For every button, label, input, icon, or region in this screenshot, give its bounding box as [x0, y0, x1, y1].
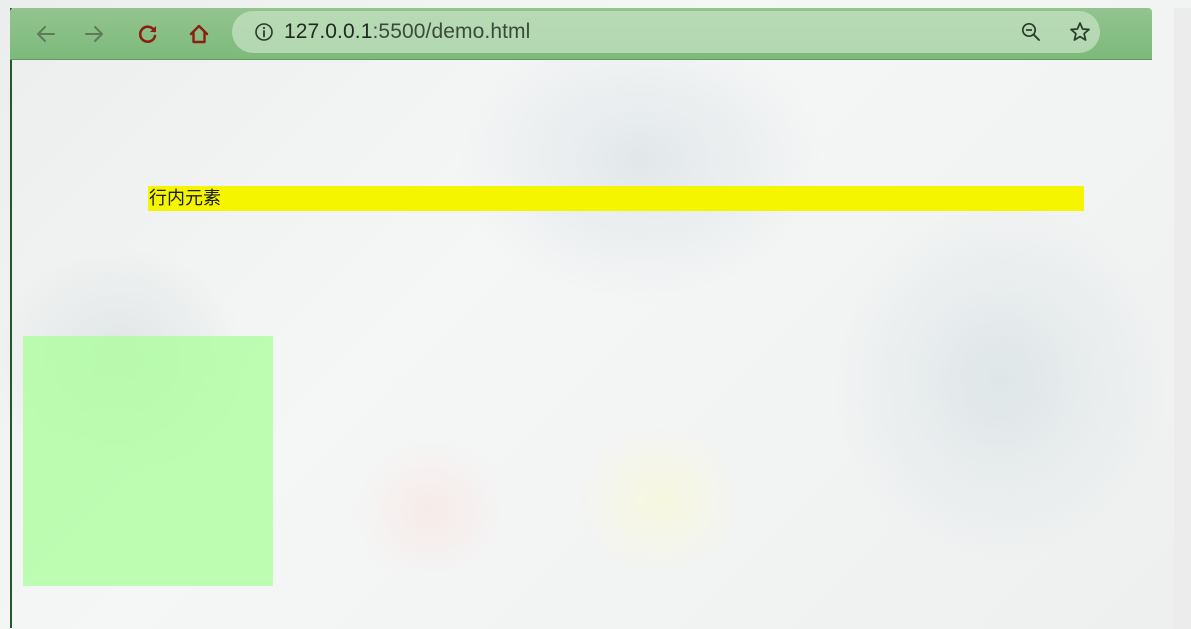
back-button[interactable] — [32, 20, 60, 48]
browser-toolbar: 127.0.0.1:5500/demo.html — [10, 8, 1152, 60]
url-text[interactable]: 127.0.0.1:5500/demo.html — [284, 20, 530, 44]
address-bar[interactable]: 127.0.0.1:5500/demo.html — [232, 11, 1100, 53]
home-button[interactable] — [185, 20, 213, 48]
url-path: :5500/demo.html — [372, 20, 531, 43]
vertical-scrollbar[interactable] — [1174, 8, 1191, 629]
zoom-out-icon[interactable] — [1020, 21, 1042, 43]
url-host: 127.0.0.1 — [284, 20, 373, 43]
reload-icon — [138, 25, 157, 43]
arrow-left-icon — [37, 26, 55, 42]
star-icon[interactable] — [1068, 20, 1092, 44]
home-icon — [189, 24, 209, 44]
reload-button[interactable] — [134, 20, 162, 48]
arrow-right-icon — [85, 26, 103, 42]
browser-frame — [10, 8, 1152, 628]
info-icon[interactable] — [254, 22, 274, 42]
forward-button[interactable] — [80, 20, 108, 48]
